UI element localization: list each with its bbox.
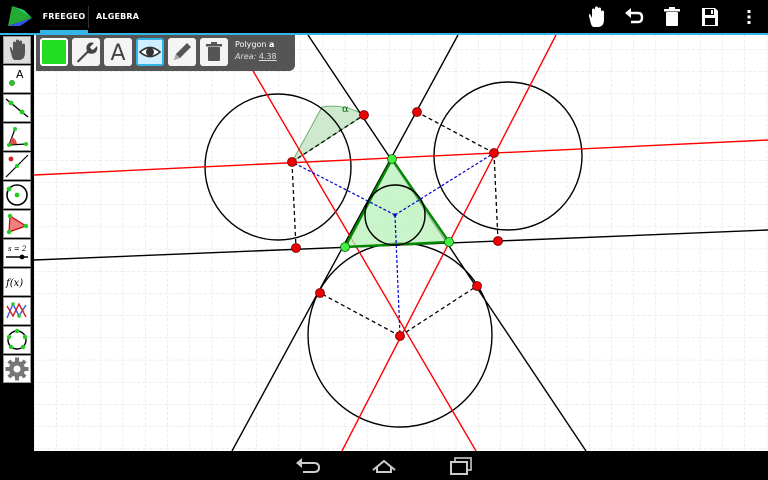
tab-freegeo-label: FREEGEO — [42, 12, 86, 21]
function-tool-label: f(x) — [5, 278, 23, 289]
action-bar: FREEGEO ALGEBRA — [0, 0, 768, 33]
visibility-button[interactable] — [136, 38, 164, 66]
properties-button[interactable] — [72, 38, 100, 66]
point-excenter-left[interactable] — [287, 157, 297, 167]
area-value: 4.38 — [258, 52, 277, 61]
point-tool[interactable]: A — [3, 65, 31, 93]
angle-tool[interactable] — [3, 123, 31, 151]
app-logo-icon[interactable] — [6, 4, 34, 28]
point-tangent[interactable] — [315, 288, 325, 298]
gear-icon — [5, 357, 29, 381]
slider-tool-label: s = 2 — [8, 245, 27, 253]
text-icon: A — [110, 41, 125, 66]
tab-algebra[interactable]: ALGEBRA — [96, 0, 140, 33]
pencil-icon — [174, 43, 191, 60]
graph-tool[interactable] — [3, 297, 31, 325]
line-icon — [5, 98, 29, 118]
point-tangent[interactable] — [493, 236, 503, 246]
recents-icon[interactable] — [446, 455, 476, 477]
settings-tool[interactable] — [3, 355, 31, 383]
geometry-canvas[interactable]: α — [34, 35, 768, 451]
delete-icon[interactable] — [659, 4, 685, 30]
delete-object-button[interactable] — [200, 38, 228, 66]
circle-icon — [6, 184, 28, 206]
polygon-tool[interactable] — [3, 210, 31, 238]
tab-freegeo[interactable]: FREEGEO — [40, 0, 88, 33]
trash-icon — [206, 42, 222, 61]
point-tangent[interactable] — [291, 243, 301, 253]
point-tangent[interactable] — [359, 110, 369, 120]
label-button-text: A — [110, 41, 125, 66]
undo-icon[interactable] — [621, 4, 647, 30]
hand-icon — [9, 39, 25, 60]
angle-label: α — [342, 104, 349, 115]
color-swatch[interactable] — [40, 38, 68, 66]
overflow-menu-icon[interactable] — [736, 4, 762, 30]
locus-tool[interactable] — [3, 326, 31, 354]
save-icon[interactable] — [697, 4, 723, 30]
circle-tool[interactable] — [3, 181, 31, 209]
locus-icon — [6, 328, 28, 350]
object-context-toolbar: A Polygon a Area: 4.38 — [36, 35, 295, 71]
point-incenter[interactable] — [393, 213, 397, 217]
hand-icon[interactable] — [583, 4, 609, 30]
home-icon[interactable] — [369, 455, 399, 477]
slider-icon: s = 2 — [6, 245, 28, 260]
point-tangent[interactable] — [412, 107, 422, 117]
tab-algebra-label: ALGEBRA — [96, 12, 140, 21]
point-vertex-right[interactable] — [444, 237, 454, 247]
tool-palette: A s = 2 f(x) — [0, 35, 34, 451]
line-tool[interactable] — [3, 94, 31, 122]
object-name: a — [268, 40, 275, 49]
point-excenter-right[interactable] — [489, 148, 499, 158]
function-icon: f(x) — [5, 278, 23, 289]
tab-divider — [88, 6, 89, 28]
point-vertex-top[interactable] — [387, 154, 397, 164]
point-vertex-left[interactable] — [340, 242, 350, 252]
area-label: Area: — [235, 52, 257, 61]
polygon-icon — [6, 213, 29, 235]
move-tool[interactable] — [3, 36, 31, 64]
graph-icon — [6, 302, 27, 319]
label-button[interactable]: A — [104, 38, 132, 66]
function-tool[interactable]: f(x) — [3, 268, 31, 296]
point-tool-label: A — [16, 68, 24, 81]
back-icon[interactable] — [293, 455, 323, 477]
perpendicular-tool[interactable] — [3, 152, 31, 180]
object-title: Polygon a — [235, 40, 274, 49]
object-type: Polygon — [235, 40, 267, 49]
object-area: Area: 4.38 — [235, 52, 277, 61]
wrench-icon — [77, 42, 98, 63]
point-icon: A — [9, 68, 24, 86]
perpendicular-icon — [5, 154, 29, 178]
slider-tool[interactable]: s = 2 — [3, 239, 31, 267]
point-tangent[interactable] — [472, 281, 482, 291]
style-button[interactable] — [168, 38, 196, 66]
freegeo-app: FREEGEO ALGEBRA α A s = 2 f(x) A Polygon… — [0, 0, 768, 480]
system-navigation-bar — [0, 451, 768, 480]
angle-icon — [7, 127, 28, 147]
eye-icon — [138, 46, 162, 58]
point-excenter-bottom[interactable] — [395, 331, 405, 341]
